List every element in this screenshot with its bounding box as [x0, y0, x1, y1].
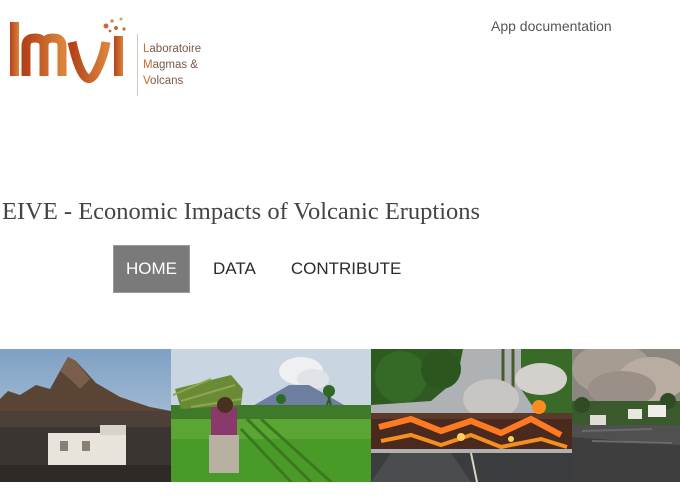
logo-initial: V [143, 75, 151, 87]
lmv-logo[interactable]: Laboratoire Magmas & Volcans [8, 14, 208, 96]
logo-word: agmas & [152, 59, 198, 71]
logo-word: aboratoire [149, 43, 202, 55]
lmv-logo-mark [10, 17, 126, 83]
logo-line-1: Laboratoire [143, 41, 201, 57]
photo-volcano-cone [0, 349, 171, 482]
logo-divider [137, 34, 138, 96]
photo-ash-plume-houses [572, 349, 680, 482]
app-documentation-link[interactable]: App documentation [491, 18, 612, 34]
logo-line-2: Magmas & [143, 57, 201, 73]
logo-word: olcans [150, 75, 184, 87]
nav-contribute[interactable]: CONTRIBUTE [279, 245, 414, 293]
nav-data[interactable]: DATA [201, 245, 268, 293]
logo-text: Laboratoire Magmas & Volcans [143, 41, 201, 89]
page-title: EIVE - Economic Impacts of Volcanic Erup… [2, 198, 481, 225]
photo-strip [0, 349, 680, 482]
photo-farmer-volcano [171, 349, 371, 482]
nav-home[interactable]: HOME [113, 245, 190, 293]
logo-initial: M [143, 59, 153, 71]
main-nav: HOME DATA CONTRIBUTE [113, 245, 424, 293]
photo-lava-road [371, 349, 572, 482]
logo-line-3: Volcans [143, 73, 201, 89]
